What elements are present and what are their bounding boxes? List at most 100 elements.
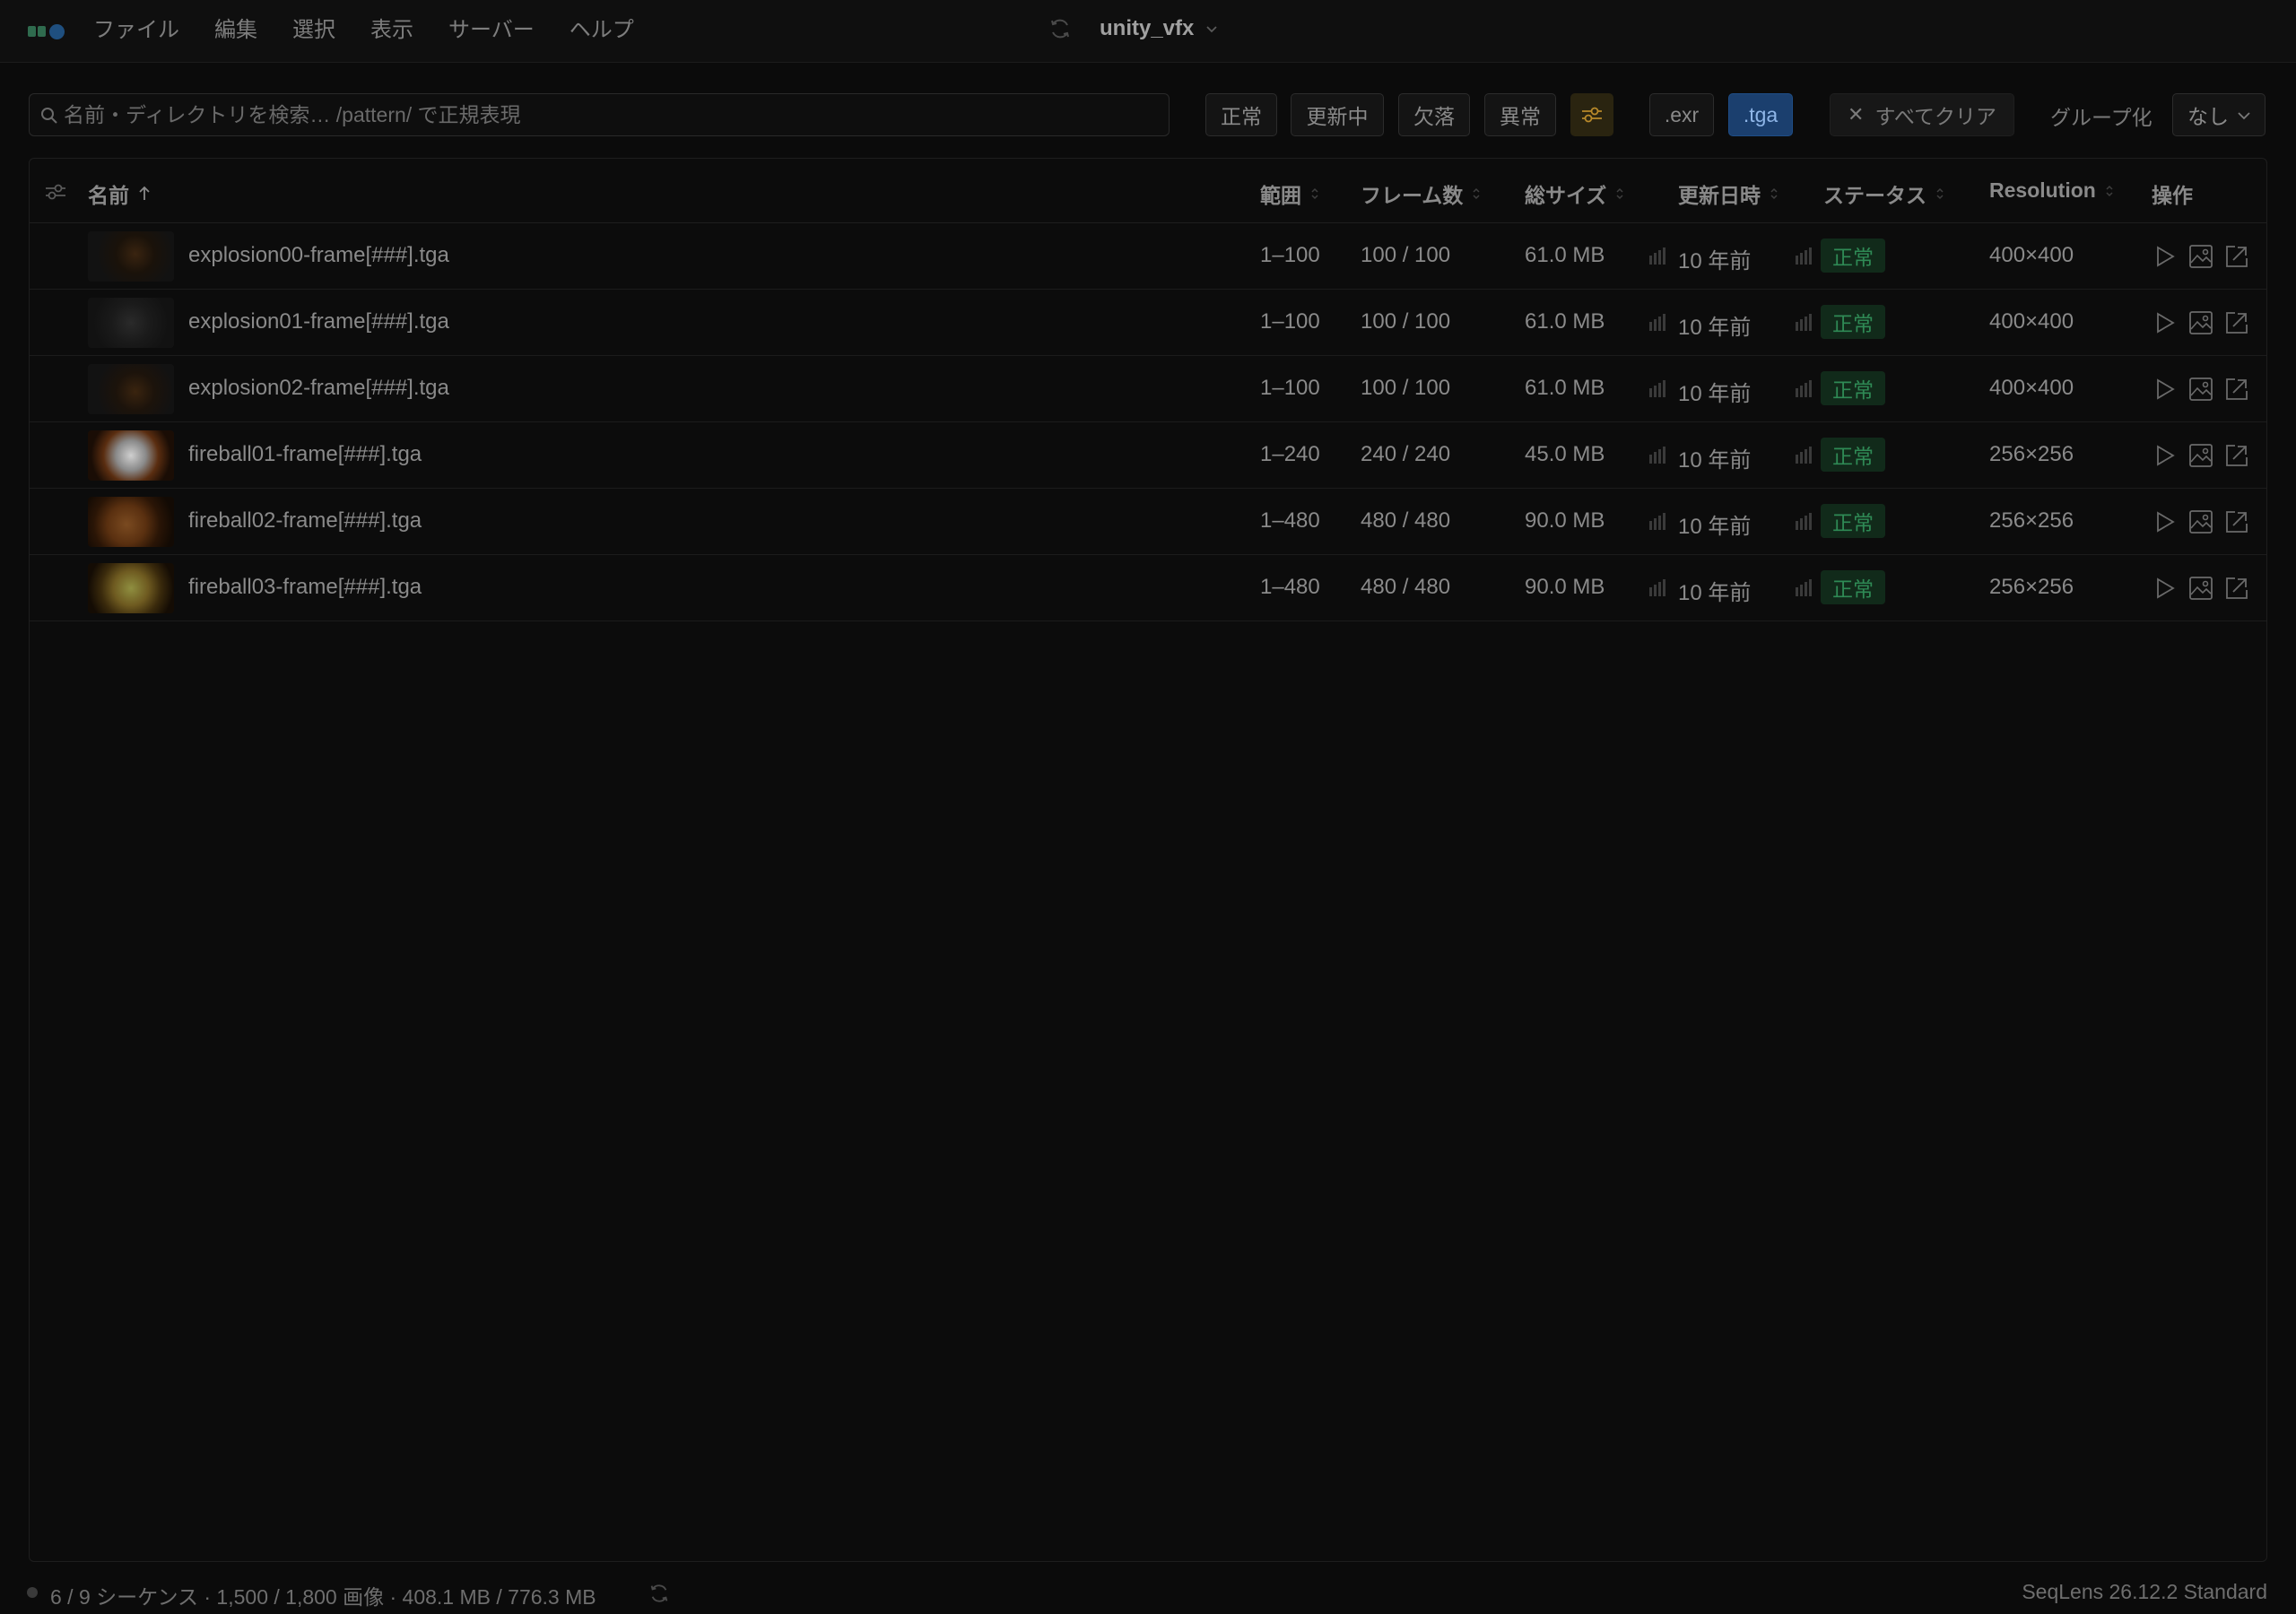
menu-help[interactable]: ヘルプ	[570, 16, 634, 45]
table-row[interactable]: explosion01-frame[###].tga 1–100 100 / 100…	[30, 290, 2266, 356]
open-external-icon[interactable]	[2223, 442, 2250, 469]
image-icon[interactable]	[2187, 309, 2214, 336]
sequence-thumbnail	[88, 364, 174, 414]
history-chart-icon[interactable]	[1795, 379, 1814, 402]
image-icon[interactable]	[2187, 243, 2214, 270]
col-size[interactable]: 総サイズ	[1525, 178, 1624, 209]
history-chart-icon[interactable]	[1795, 247, 1814, 269]
table-row[interactable]: explosion02-frame[###].tga 1–100 100 / 100…	[30, 356, 2266, 422]
arrow-up-icon	[139, 186, 150, 200]
sort-icon	[1311, 187, 1318, 200]
menu-file[interactable]: ファイル	[93, 16, 179, 45]
column-settings-icon[interactable]	[44, 182, 67, 202]
play-icon[interactable]	[2152, 508, 2179, 535]
status-badge: 正常	[1821, 239, 1885, 273]
open-external-icon[interactable]	[2223, 575, 2250, 602]
col-modified[interactable]: 更新日時	[1678, 178, 1779, 209]
resolution: 400×400	[1989, 309, 2074, 334]
history-chart-icon[interactable]	[1795, 446, 1814, 468]
menu-view[interactable]: 表示	[370, 16, 413, 45]
open-external-icon[interactable]	[2223, 243, 2250, 270]
menu-edit[interactable]: 編集	[214, 16, 257, 45]
sort-icon	[1770, 187, 1778, 200]
filter-error-button[interactable]: 異常	[1484, 93, 1556, 136]
image-icon[interactable]	[2187, 442, 2214, 469]
size-chart-icon[interactable]	[1648, 512, 1668, 534]
ext-exr-button[interactable]: .exr	[1649, 93, 1714, 136]
play-icon[interactable]	[2152, 243, 2179, 270]
col-name[interactable]: 名前	[88, 178, 151, 209]
modified-time: 10 年前	[1678, 316, 1752, 340]
clear-all-button[interactable]: ✕ すべてクリア	[1830, 93, 2014, 136]
size-chart-icon[interactable]	[1648, 247, 1668, 269]
sequence-name: fireball03-frame[###].tga	[188, 575, 422, 599]
groupby-select[interactable]: なし	[2172, 93, 2266, 136]
filter-settings-button[interactable]	[1570, 93, 1613, 136]
row-actions	[2152, 508, 2259, 535]
app-logo	[28, 24, 67, 39]
refresh-icon[interactable]	[648, 1582, 671, 1605]
project-name[interactable]: unity_vfx	[1100, 16, 1194, 41]
row-actions	[2152, 575, 2259, 602]
table-row[interactable]: explosion00-frame[###].tga 1–100 100 / 100…	[30, 223, 2266, 290]
ext-tga-button[interactable]: .tga	[1728, 93, 1793, 136]
project-selector[interactable]: unity_vfx	[1048, 16, 1219, 41]
sequence-thumbnail	[88, 298, 174, 348]
size-chart-icon[interactable]	[1648, 379, 1668, 402]
search-icon	[41, 108, 57, 124]
menu-select[interactable]: 選択	[292, 16, 335, 45]
search-box[interactable]	[29, 93, 1170, 136]
filter-ok-button[interactable]: 正常	[1205, 93, 1277, 136]
col-range[interactable]: 範囲	[1260, 178, 1319, 209]
sync-icon[interactable]	[1048, 16, 1073, 41]
total-size: 61.0 MB	[1525, 309, 1605, 334]
size-chart-icon[interactable]	[1648, 578, 1668, 601]
col-status[interactable]: ステータス	[1823, 178, 1944, 209]
frame-count: 100 / 100	[1361, 309, 1451, 334]
chevron-down-icon	[2238, 112, 2250, 120]
play-icon[interactable]	[2152, 376, 2179, 403]
image-icon[interactable]	[2187, 376, 2214, 403]
filter-missing-button[interactable]: 欠落	[1398, 93, 1470, 136]
table-row[interactable]: fireball01-frame[###].tga 1–240 240 / 240 4…	[30, 422, 2266, 489]
menu-bar: ファイル 編集 選択 表示 サーバー ヘルプ unity_vfx	[0, 0, 2296, 63]
play-icon[interactable]	[2152, 575, 2179, 602]
play-icon[interactable]	[2152, 442, 2179, 469]
col-actions-label: 操作	[2152, 184, 2193, 207]
modified-time: 10 年前	[1678, 448, 1752, 473]
sequence-name: fireball01-frame[###].tga	[188, 442, 422, 466]
history-chart-icon[interactable]	[1795, 578, 1814, 601]
history-chart-icon[interactable]	[1795, 512, 1814, 534]
col-range-label: 範囲	[1260, 184, 1301, 207]
frame-range: 1–100	[1260, 376, 1320, 400]
frame-count: 100 / 100	[1361, 243, 1451, 267]
row-actions	[2152, 442, 2259, 469]
open-external-icon[interactable]	[2223, 309, 2250, 336]
table-row[interactable]: fireball02-frame[###].tga 1–480 480 / 480 9…	[30, 489, 2266, 555]
col-frames[interactable]: フレーム数	[1361, 178, 1481, 209]
resolution: 256×256	[1989, 575, 2074, 599]
open-external-icon[interactable]	[2223, 508, 2250, 535]
status-badge: 正常	[1821, 371, 1885, 405]
play-icon[interactable]	[2152, 309, 2179, 336]
sequence-thumbnail	[88, 231, 174, 282]
size-chart-icon[interactable]	[1648, 446, 1668, 468]
resolution: 256×256	[1989, 508, 2074, 533]
sort-icon	[1616, 187, 1623, 200]
resolution: 400×400	[1989, 376, 2074, 400]
open-external-icon[interactable]	[2223, 376, 2250, 403]
sliders-icon	[1582, 107, 1602, 123]
menu-server[interactable]: サーバー	[448, 16, 535, 45]
image-icon[interactable]	[2187, 508, 2214, 535]
filter-updating-button[interactable]: 更新中	[1291, 93, 1384, 136]
app-version: SeqLens 26.12.2 Standard	[2022, 1580, 2267, 1603]
col-size-label: 総サイズ	[1525, 184, 1607, 207]
groupby-value: なし	[2187, 105, 2229, 128]
search-input[interactable]	[64, 94, 1158, 135]
total-size: 61.0 MB	[1525, 376, 1605, 400]
history-chart-icon[interactable]	[1795, 313, 1814, 335]
size-chart-icon[interactable]	[1648, 313, 1668, 335]
col-resolution[interactable]: Resolution	[1989, 178, 2114, 203]
table-row[interactable]: fireball03-frame[###].tga 1–480 480 / 480 9…	[30, 555, 2266, 621]
image-icon[interactable]	[2187, 575, 2214, 602]
